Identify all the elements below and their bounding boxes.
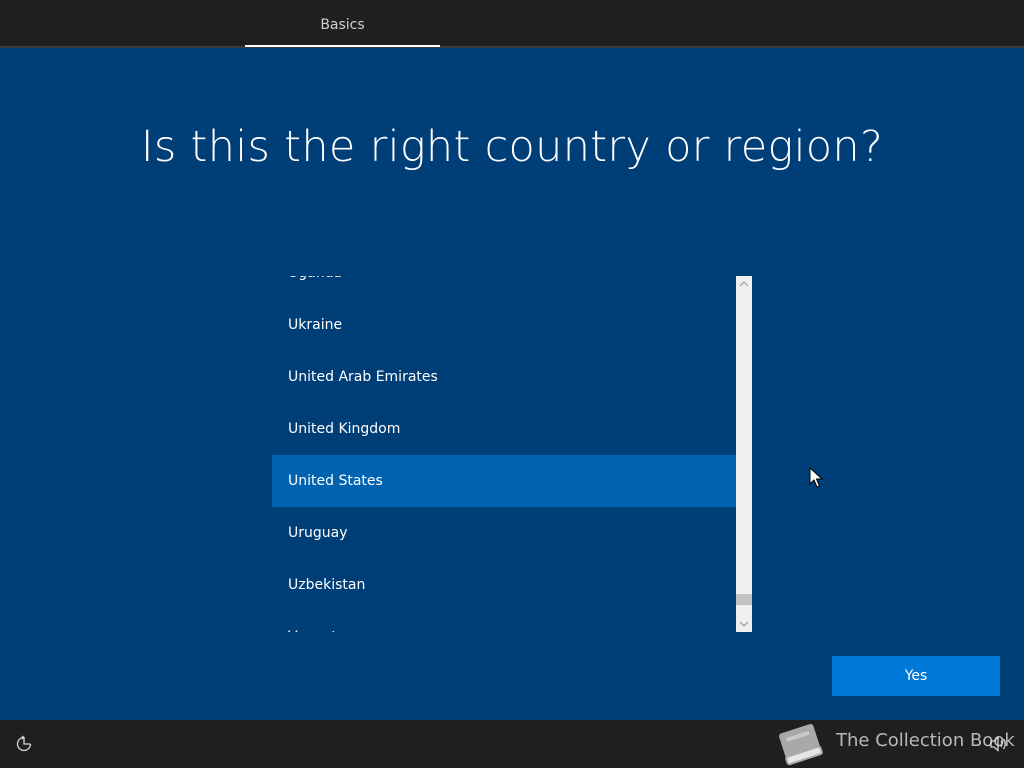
scrollbar-thumb[interactable] <box>736 594 752 605</box>
book-icon <box>779 723 823 766</box>
scroll-down-arrow-icon[interactable] <box>736 616 752 632</box>
list-item-uganda[interactable]: Uganda <box>272 276 736 299</box>
ease-of-access-icon[interactable] <box>14 734 34 754</box>
list-item-ukraine[interactable]: Ukraine <box>272 299 736 351</box>
page-title: Is this the right country or region? <box>140 122 884 172</box>
list-item-united-states[interactable]: United States <box>272 455 736 507</box>
yes-button[interactable]: Yes <box>832 656 1000 696</box>
tab-active-indicator <box>245 45 440 47</box>
top-bar <box>0 0 1024 46</box>
list-item-uzbekistan[interactable]: Uzbekistan <box>272 559 736 611</box>
top-bar-divider <box>0 46 1024 48</box>
list-item-uruguay[interactable]: Uruguay <box>272 507 736 559</box>
scroll-up-arrow-icon[interactable] <box>736 276 752 292</box>
list-item-united-arab-emirates[interactable]: United Arab Emirates <box>272 351 736 403</box>
list-item-vanuatu[interactable]: Vanuatu <box>272 611 736 632</box>
country-list-content: Uganda Ukraine United Arab Emirates Unit… <box>272 276 736 632</box>
volume-icon[interactable] <box>988 735 1008 753</box>
tab-basics[interactable]: Basics <box>245 0 440 46</box>
list-scrollbar[interactable] <box>736 276 752 632</box>
list-item-united-kingdom[interactable]: United Kingdom <box>272 403 736 455</box>
mouse-cursor-icon <box>809 467 823 488</box>
country-list[interactable]: Uganda Ukraine United Arab Emirates Unit… <box>272 276 736 632</box>
